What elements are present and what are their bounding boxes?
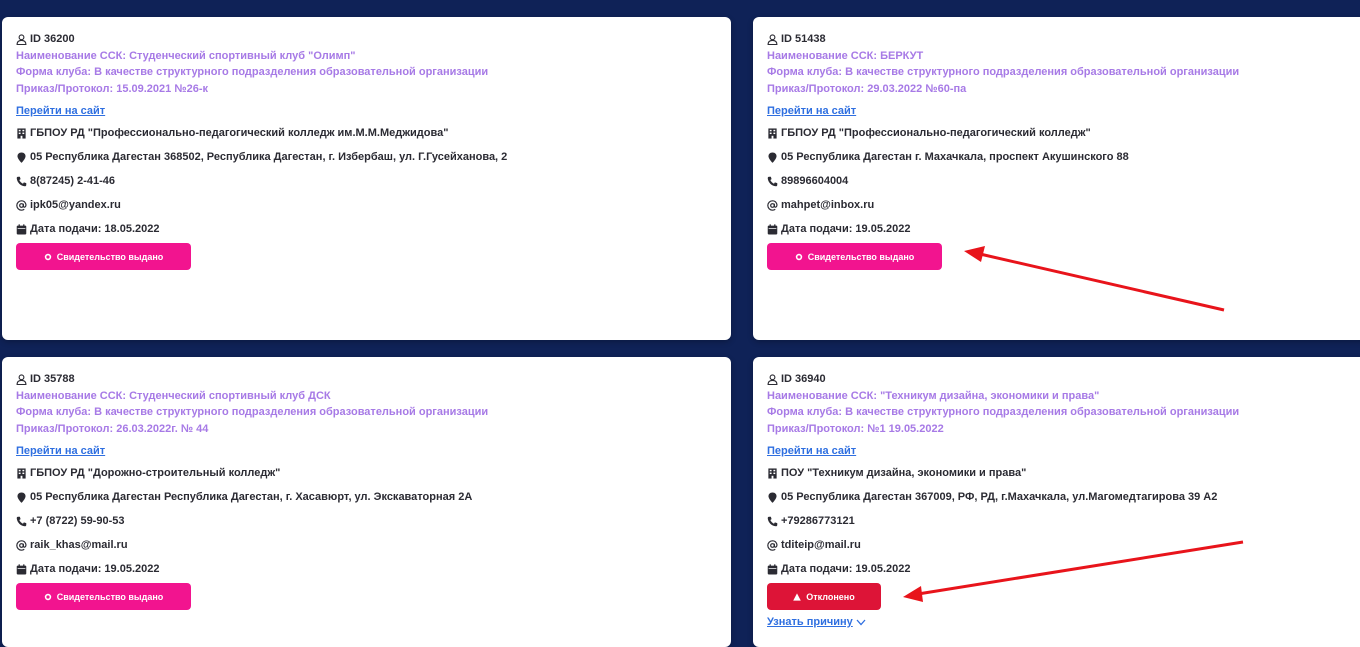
address-row: 05 Республика Дагестан г. Махачкала, про… (767, 145, 1359, 169)
organization-row: ГБПОУ РД "Профессионально-педагогический… (767, 121, 1359, 145)
email-row: tditeip@mail.ru (767, 533, 1359, 557)
phone-row: +7 (8722) 59-90-53 (16, 509, 717, 533)
submission-date-row: Дата подачи: 19.05.2022 (16, 557, 717, 581)
phone-row: 8(87245) 2-41-46 (16, 169, 717, 193)
website-link[interactable]: Перейти на сайт (767, 443, 1359, 459)
club-name: Наименование ССК: "Техникум дизайна, эко… (767, 389, 1100, 402)
at-icon (767, 539, 778, 551)
at-icon (16, 199, 27, 211)
website-link[interactable]: Перейти на сайт (16, 443, 717, 459)
user-icon (16, 374, 27, 385)
certificate-issued-button[interactable]: Свидетельство выдано (16, 243, 191, 270)
certificate-icon (795, 253, 803, 261)
submission-date-row: Дата подачи: 18.05.2022 (16, 217, 717, 241)
rejected-button[interactable]: Отклонено (767, 583, 881, 610)
user-icon (767, 374, 778, 385)
calendar-icon (16, 563, 27, 575)
reason-link[interactable]: Узнать причину (767, 616, 1359, 628)
club-card-2: ID 51438 Наименование ССК: БЕРКУТ Форма … (753, 17, 1360, 340)
club-card-4: ID 36940 Наименование ССК: "Техникум диз… (753, 357, 1360, 647)
phone-row: +79286773121 (767, 509, 1359, 533)
address-row: 05 Республика Дагестан Республика Дагест… (16, 485, 717, 509)
map-marker-icon (767, 151, 778, 163)
building-icon (16, 127, 27, 139)
calendar-icon (16, 223, 27, 235)
address-row: 05 Республика Дагестан 367009, РФ, РД, г… (767, 485, 1359, 509)
user-icon (767, 34, 778, 45)
phone-row: 89896604004 (767, 169, 1359, 193)
certificate-icon (44, 593, 52, 601)
certificate-issued-button[interactable]: Свидетельство выдано (16, 583, 191, 610)
organization-row: ПОУ "Техникум дизайна, экономики и права… (767, 461, 1359, 485)
organization-row: ГБПОУ РД "Дорожно-строительный колледж" (16, 461, 717, 485)
user-icon (16, 34, 27, 45)
club-order: Приказ/Протокол: 26.03.2022г. № 44 (16, 422, 209, 435)
phone-icon (767, 176, 778, 187)
certificate-icon (44, 253, 52, 261)
phone-icon (16, 176, 27, 187)
building-icon (767, 127, 778, 139)
address-row: 05 Республика Дагестан 368502, Республик… (16, 145, 717, 169)
email-row: mahpet@inbox.ru (767, 193, 1359, 217)
website-link[interactable]: Перейти на сайт (767, 103, 1359, 119)
phone-icon (16, 516, 27, 527)
club-card-3: ID 35788 Наименование ССК: Студенческий … (2, 357, 731, 647)
email-row: raik_khas@mail.ru (16, 533, 717, 557)
map-marker-icon (767, 491, 778, 503)
club-id: ID 51438 (767, 31, 1359, 48)
map-marker-icon (16, 491, 27, 503)
submission-date-row: Дата подачи: 19.05.2022 (767, 557, 1359, 581)
club-order: Приказ/Протокол: 15.09.2021 №26-к (16, 82, 208, 95)
calendar-icon (767, 223, 778, 235)
calendar-icon (767, 563, 778, 575)
club-id: ID 35788 (16, 371, 717, 388)
club-form: Форма клуба: В качестве структурного под… (767, 406, 1240, 418)
phone-icon (767, 516, 778, 527)
submission-date-row: Дата подачи: 19.05.2022 (767, 217, 1359, 241)
club-order: Приказ/Протокол: №1 19.05.2022 (767, 422, 944, 435)
organization-row: ГБПОУ РД "Профессионально-педагогический… (16, 121, 717, 145)
club-name: Наименование ССК: Студенческий спортивны… (16, 389, 331, 402)
club-form: Форма клуба: В качестве структурного под… (767, 66, 1240, 78)
club-form: Форма клуба: В качестве структурного под… (16, 66, 489, 78)
email-row: ipk05@yandex.ru (16, 193, 717, 217)
club-id: ID 36940 (767, 371, 1359, 388)
club-name: Наименование ССК: Студенческий спортивны… (16, 49, 356, 62)
map-marker-icon (16, 151, 27, 163)
warning-icon (793, 592, 802, 601)
club-card-1: ID 36200 Наименование ССК: Студенческий … (2, 17, 731, 340)
club-order: Приказ/Протокол: 29.03.2022 №60-па (767, 82, 967, 95)
website-link[interactable]: Перейти на сайт (16, 103, 717, 119)
club-name: Наименование ССК: БЕРКУТ (767, 49, 924, 62)
at-icon (767, 199, 778, 211)
certificate-issued-button[interactable]: Свидетельство выдано (767, 243, 942, 270)
chevron-down-icon (856, 619, 866, 625)
club-form: Форма клуба: В качестве структурного под… (16, 406, 489, 418)
building-icon (16, 467, 27, 479)
at-icon (16, 539, 27, 551)
club-id: ID 36200 (16, 31, 717, 48)
building-icon (767, 467, 778, 479)
